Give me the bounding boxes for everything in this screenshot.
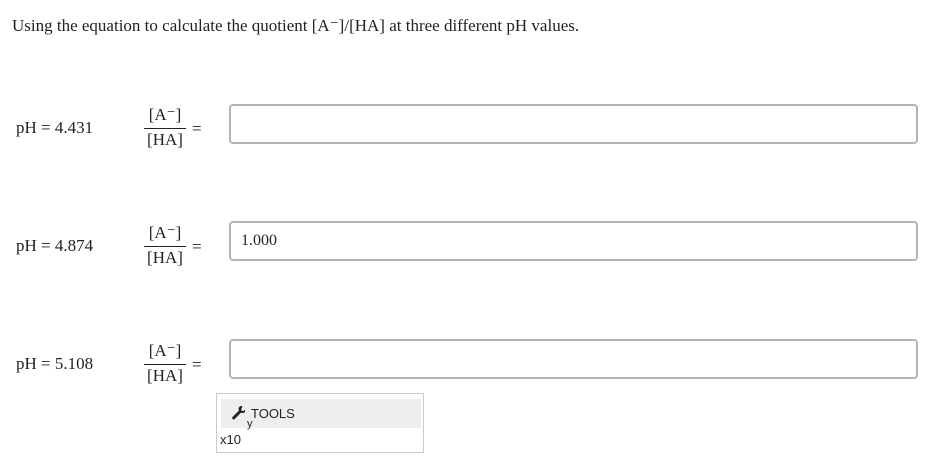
ph-label: pH = 4.874 xyxy=(16,236,94,255)
subscript-y-label: y xyxy=(247,418,253,430)
answer-input-3[interactable] xyxy=(229,339,918,379)
tools-panel: TOOLS y x10 xyxy=(216,393,424,453)
answer-input-2[interactable] xyxy=(229,221,918,261)
fraction-numerator: [A⁻] xyxy=(148,341,182,360)
ph-row-3: pH = 5.108 [A⁻] [HA] = xyxy=(0,339,941,399)
fraction-numerator: [A⁻] xyxy=(148,223,182,242)
fraction-bar xyxy=(144,246,186,247)
question-instruction: Using the equation to calculate the quot… xyxy=(12,16,580,35)
equals-sign: = xyxy=(192,355,202,374)
tools-label: TOOLS xyxy=(251,406,295,421)
equals-sign: = xyxy=(192,119,202,138)
ph-label: pH = 4.431 xyxy=(16,118,94,137)
ratio-fraction: [A⁻] [HA] xyxy=(140,341,190,391)
ph-row-1: pH = 4.431 [A⁻] [HA] = xyxy=(0,104,941,164)
fraction-denominator: [HA] xyxy=(147,130,183,149)
ph-label: pH = 5.108 xyxy=(16,354,94,373)
wrench-icon xyxy=(232,406,245,420)
equals-sign: = xyxy=(192,237,202,256)
fraction-denominator: [HA] xyxy=(147,366,183,385)
fraction-denominator: [HA] xyxy=(147,248,183,267)
x10-button[interactable]: x10 xyxy=(220,432,241,447)
fraction-bar xyxy=(144,128,186,129)
fraction-bar xyxy=(144,364,186,365)
ph-row-2: pH = 4.874 [A⁻] [HA] = xyxy=(0,221,941,281)
ratio-fraction: [A⁻] [HA] xyxy=(140,105,190,155)
tools-button[interactable]: TOOLS y xyxy=(221,399,421,430)
fraction-numerator: [A⁻] xyxy=(148,105,182,124)
answer-input-1[interactable] xyxy=(229,104,918,144)
ratio-fraction: [A⁻] [HA] xyxy=(140,223,190,273)
